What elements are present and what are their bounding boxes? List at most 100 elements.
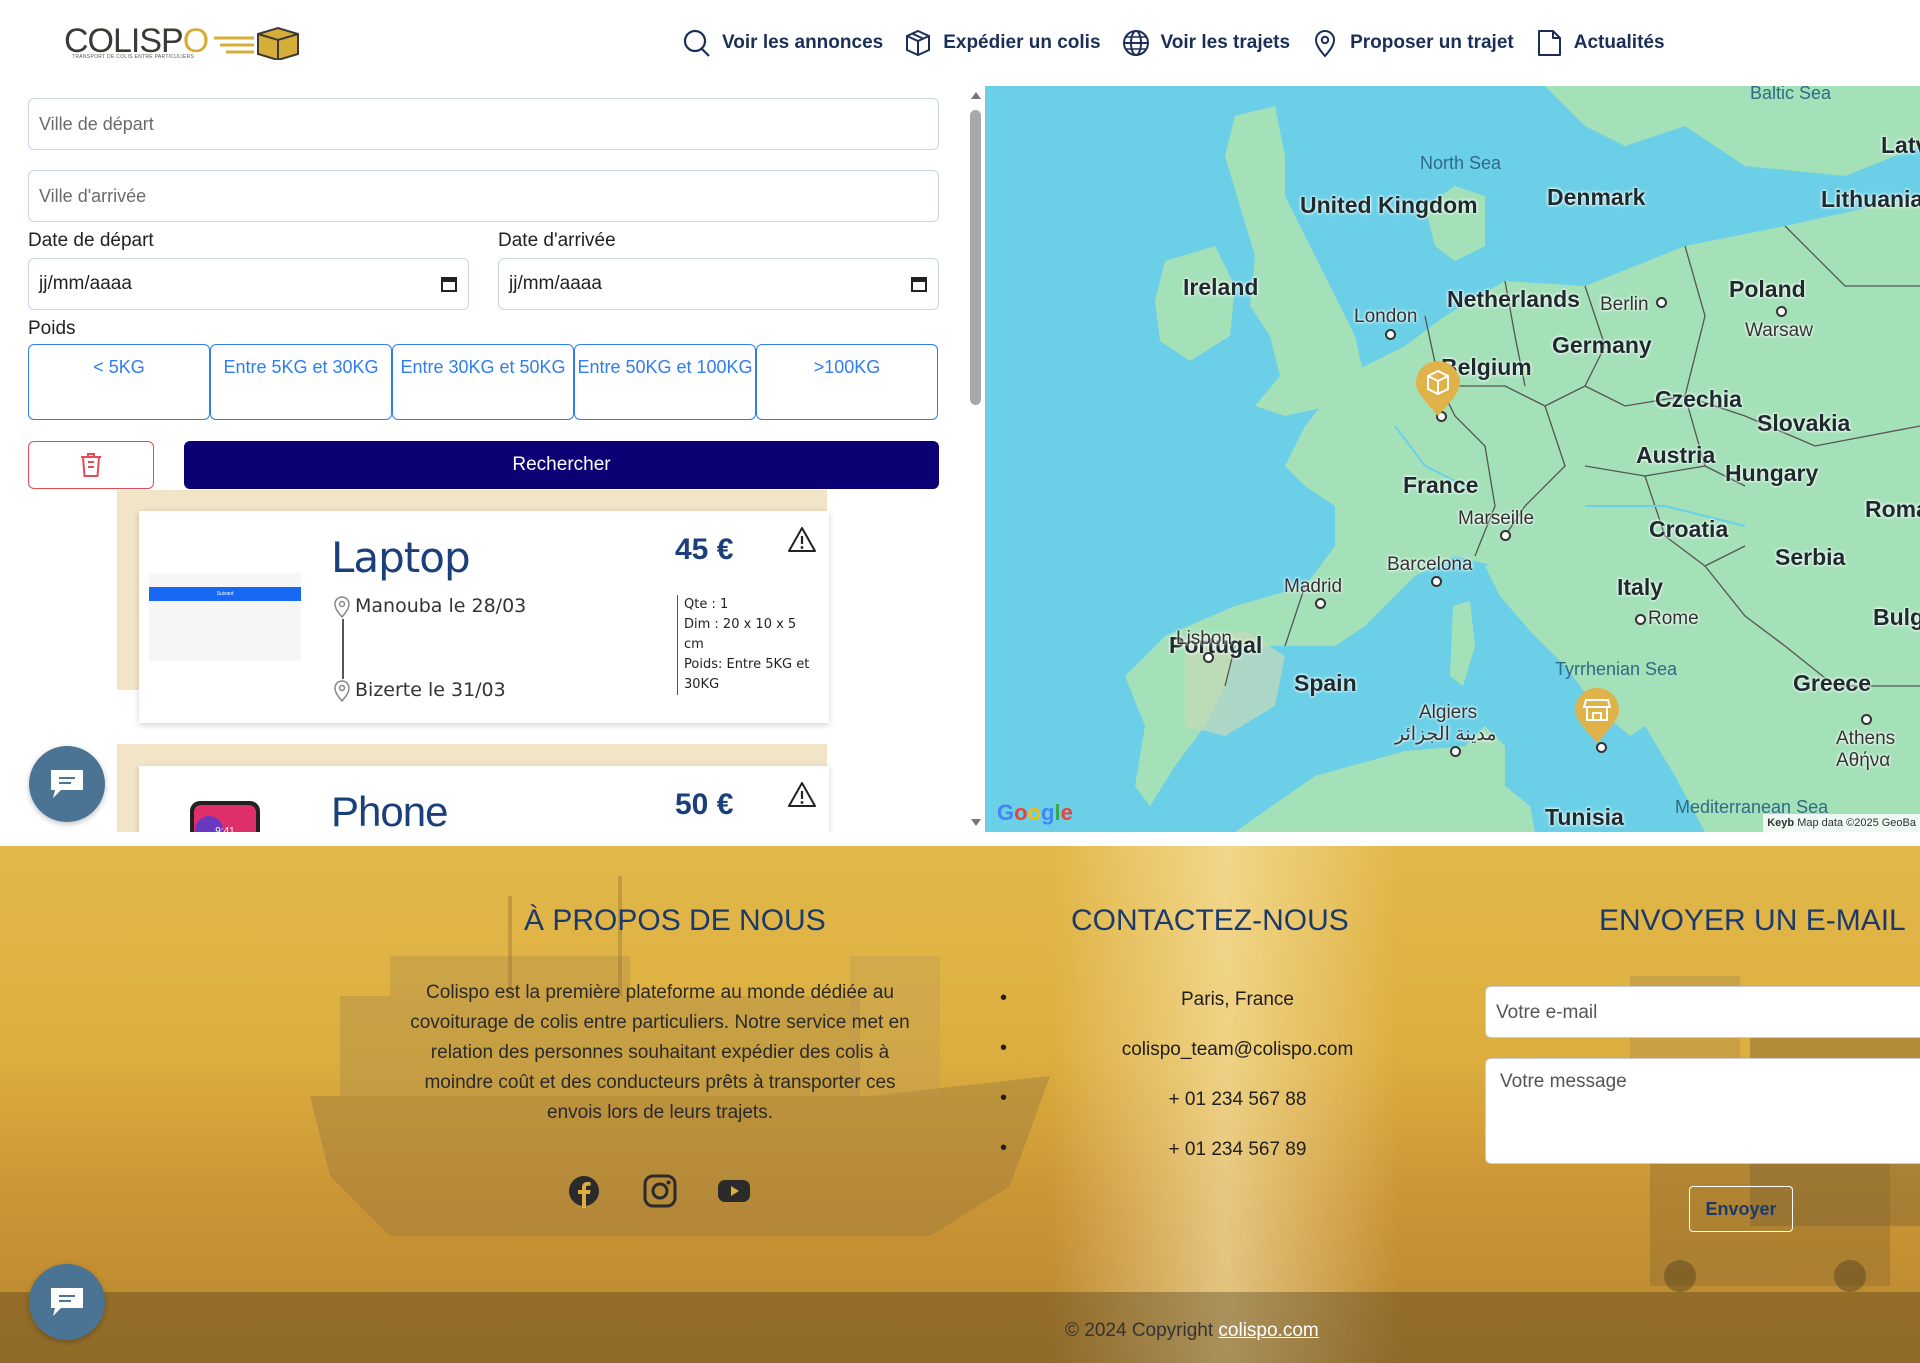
nav-actualites[interactable]: Actualités <box>1534 28 1665 58</box>
map-label-city: Warsaw <box>1745 320 1813 341</box>
search-icon <box>683 29 710 57</box>
package-marker[interactable] <box>1415 361 1461 417</box>
map-city-dot <box>1315 598 1326 609</box>
map-label-country: Serbia <box>1775 544 1846 570</box>
panel-scrollbar[interactable] <box>967 86 984 832</box>
google-logo: Google <box>997 800 1073 825</box>
report-warning-icon[interactable] <box>787 780 817 810</box>
listing-thumbnail: Suivant <box>149 573 301 661</box>
listing-details: Qte : 1 Dim : 20 x 10 x 5 cm Poids: Entr… <box>677 595 817 695</box>
map-label-country: Czechia <box>1655 386 1742 412</box>
nav-label: Voir les trajets <box>1160 32 1291 53</box>
youtube-icon[interactable] <box>717 1174 751 1208</box>
weight-option[interactable]: Entre 5KG et 30KG <box>210 344 392 420</box>
map-label-city: Rome <box>1648 608 1699 629</box>
store-marker[interactable] <box>1574 688 1620 744</box>
map-label-country: Bulga <box>1873 604 1920 630</box>
map-label-country: Lithuania <box>1821 186 1920 212</box>
weight-label: Poids <box>28 318 76 339</box>
weight-option[interactable]: >100KG <box>756 344 938 420</box>
nav-voir-trajets[interactable]: Voir les trajets <box>1121 28 1291 58</box>
report-warning-icon[interactable] <box>787 525 817 555</box>
contact-phone[interactable]: + 01 234 567 88 <box>1000 1087 1475 1111</box>
listing-price: 50 € <box>675 788 734 821</box>
copyright-text: © 2024 Copyright colispo.com <box>1065 1320 1319 1341</box>
map-label-country: United Kingdom <box>1300 192 1478 218</box>
date-placeholder: jj/mm/aaaa <box>509 273 602 294</box>
calendar-icon[interactable] <box>440 275 458 293</box>
map-pin-icon <box>1315 30 1336 58</box>
date-placeholder: jj/mm/aaaa <box>39 273 132 294</box>
send-email-button[interactable]: Envoyer <box>1689 1186 1793 1232</box>
map-label-country: Slovakia <box>1757 410 1851 436</box>
map-label-sea: Tyrrhenian Sea <box>1555 659 1678 679</box>
map-label-country: Roman <box>1865 496 1920 522</box>
contact-title: CONTACTEZ-NOUS <box>1071 904 1349 937</box>
map-attribution[interactable]: Keyb Map data ©2025 GeoBa <box>1763 814 1920 832</box>
route-connector <box>342 619 344 679</box>
nav-expedier-colis[interactable]: Expédier un colis <box>903 28 1101 58</box>
map-city-dot <box>1385 329 1396 340</box>
scroll-thumb[interactable] <box>970 110 981 405</box>
facebook-icon[interactable] <box>567 1174 601 1208</box>
listing-origin: Manouba le 28/03 <box>333 595 526 618</box>
nav-proposer-trajet[interactable]: Proposer un trajet <box>1310 28 1514 58</box>
map-label-country: Austria <box>1636 442 1716 468</box>
map-city-dot <box>1635 614 1646 625</box>
globe-icon <box>1122 30 1149 56</box>
listing-title: Laptop <box>331 533 471 582</box>
weight-option[interactable]: Entre 50KG et 100KG <box>574 344 756 420</box>
map-label-country: Spain <box>1294 670 1357 696</box>
calendar-icon[interactable] <box>910 275 928 293</box>
chat-bubble-icon <box>51 770 83 798</box>
arrival-city-input[interactable]: Ville d'arrivée <box>28 170 939 222</box>
copyright-bar <box>0 1292 1920 1363</box>
scroll-down-arrow[interactable] <box>971 819 981 826</box>
weight-option[interactable]: Entre 30KG et 50KG <box>392 344 574 420</box>
map-label-city: London <box>1354 306 1418 327</box>
listing-card[interactable]: Suivant Laptop 45 € Manouba le 28/03 Biz… <box>139 511 829 723</box>
map-city-dot <box>1431 576 1442 587</box>
scroll-up-arrow[interactable] <box>971 92 981 99</box>
svg-text:9:41: 9:41 <box>215 826 235 832</box>
map-label-sea: North Sea <box>1420 153 1502 173</box>
map-label-country: Latv <box>1881 132 1920 158</box>
departure-date-input[interactable]: jj/mm/aaaa <box>28 258 469 310</box>
about-title: À PROPOS DE NOUS <box>524 904 826 937</box>
contact-phone[interactable]: + 01 234 567 89 <box>1000 1137 1475 1161</box>
clear-filters-button[interactable] <box>28 441 154 489</box>
map-label-city: Barcelona <box>1387 554 1473 575</box>
footer-message-input[interactable]: Votre message <box>1485 1058 1920 1164</box>
map-label-country: Tunisia <box>1545 804 1624 830</box>
listing-card[interactable]: 9:41 Phone 50 € <box>139 766 829 832</box>
location-pin-icon <box>334 679 350 702</box>
nav-voir-annonces[interactable]: Voir les annonces <box>682 28 883 58</box>
instagram-icon[interactable] <box>643 1174 677 1208</box>
copyright-link[interactable]: colispo.com <box>1218 1320 1318 1341</box>
map-label-country: Germany <box>1552 332 1652 358</box>
departure-city-input[interactable]: Ville de départ <box>28 98 939 150</box>
about-text: Colispo est la première plateforme au mo… <box>410 982 910 1123</box>
weight-option[interactable]: < 5KG <box>28 344 210 420</box>
departure-date-label: Date de départ <box>28 230 154 251</box>
contact-address: Paris, France <box>1000 987 1475 1011</box>
map-view[interactable]: North Sea Baltic Sea Tyrrhenian Sea Medi… <box>985 86 1920 832</box>
map-label-country: Italy <box>1617 574 1664 600</box>
map-city-dot <box>1450 746 1461 757</box>
map-label-country: Poland <box>1729 276 1806 302</box>
search-panel: Ville de départ Ville d'arrivée Date de … <box>0 86 964 832</box>
chat-button[interactable] <box>29 746 105 822</box>
contact-email[interactable]: colispo_team@colispo.com <box>1000 1037 1475 1061</box>
footer-email-input[interactable]: Votre e-mail <box>1485 986 1920 1038</box>
search-button[interactable]: Rechercher <box>184 441 939 489</box>
arrival-date-input[interactable]: jj/mm/aaaa <box>498 258 939 310</box>
email-title: ENVOYER UN E-MAIL <box>1599 904 1906 937</box>
location-pin-icon <box>334 595 350 618</box>
colispo-logo[interactable]: COLISPO TRANSPORT DE COLIS ENTRE PARTICU… <box>64 22 299 64</box>
nav-label: Voir les annonces <box>722 32 884 53</box>
chat-button[interactable] <box>29 1264 105 1340</box>
map-label-city: Lisbon <box>1176 628 1232 649</box>
map-city-dot <box>1776 306 1787 317</box>
trash-icon <box>81 453 101 477</box>
map-label-country: Greece <box>1793 670 1872 696</box>
